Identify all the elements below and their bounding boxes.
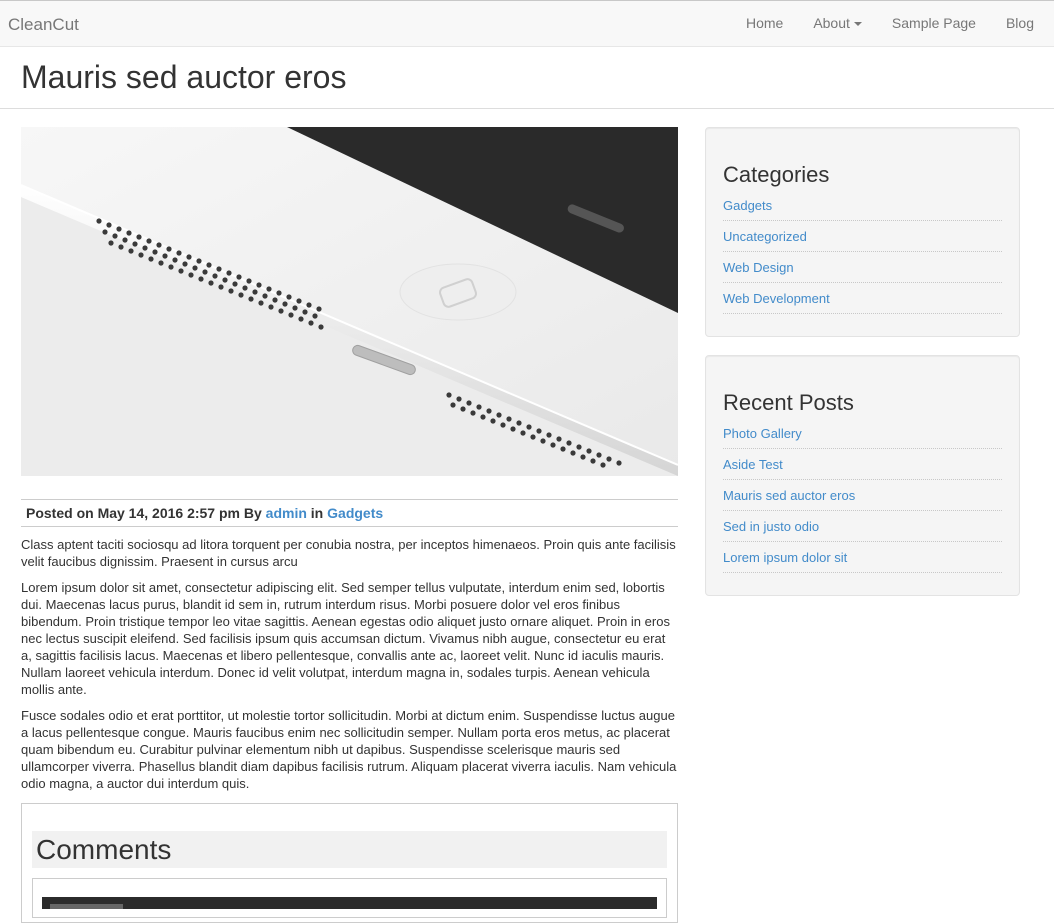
comments-title: Comments xyxy=(32,831,667,868)
list-item: Aside Test xyxy=(723,449,1002,480)
comment-header-bar xyxy=(42,897,657,909)
recent-post-link[interactable]: Sed in justo odio xyxy=(723,519,819,534)
comment-avatar-placeholder xyxy=(50,904,123,909)
category-link-web-design[interactable]: Web Design xyxy=(723,260,794,275)
featured-image xyxy=(21,127,678,476)
list-item: Gadgets xyxy=(723,190,1002,221)
in-label: in xyxy=(310,505,324,521)
list-item: Lorem ipsum dolor sit xyxy=(723,542,1002,573)
recent-post-link[interactable]: Aside Test xyxy=(723,457,783,472)
top-navbar: CleanCut Home About Sample Page Blog xyxy=(0,0,1054,47)
nav-item-home[interactable]: Home xyxy=(731,1,798,47)
recent-post-link[interactable]: Mauris sed auctor eros xyxy=(723,488,855,503)
categories-list: Gadgets Uncategorized Web Design Web Dev… xyxy=(723,190,1002,314)
nav-item-label: Sample Page xyxy=(891,15,976,31)
nav-item-about[interactable]: About xyxy=(798,1,877,47)
list-item: Uncategorized xyxy=(723,221,1002,252)
post-date: May 14, 2016 2:57 pm xyxy=(97,505,240,521)
post-paragraph: Class aptent taciti sociosqu ad litora t… xyxy=(21,537,676,569)
by-label: By xyxy=(243,505,262,521)
main-nav: Home About Sample Page Blog xyxy=(731,1,1054,47)
recent-posts-widget: Recent Posts Photo Gallery Aside Test Ma… xyxy=(705,355,1020,596)
category-link-gadgets[interactable]: Gadgets xyxy=(723,198,772,213)
list-item: Web Design xyxy=(723,252,1002,283)
post-paragraph: Lorem ipsum dolor sit amet, consectetur … xyxy=(21,580,670,697)
nav-item-label: Home xyxy=(745,15,784,31)
post-paragraph: Fusce sodales odio et erat porttitor, ut… xyxy=(21,708,677,791)
recent-post-link[interactable]: Lorem ipsum dolor sit xyxy=(723,550,847,565)
nav-item-label: Blog xyxy=(1005,15,1034,31)
list-item: Photo Gallery xyxy=(723,418,1002,449)
post-article: Posted on May 14, 2016 2:57 pm By admin … xyxy=(21,127,678,923)
recent-posts-list: Photo Gallery Aside Test Mauris sed auct… xyxy=(723,418,1002,573)
nav-item-label: About xyxy=(813,15,850,31)
category-link-web-development[interactable]: Web Development xyxy=(723,291,830,306)
post-meta: Posted on May 14, 2016 2:57 pm By admin … xyxy=(21,499,678,527)
comments-section: Comments xyxy=(21,803,678,923)
list-item: Web Development xyxy=(723,283,1002,314)
author-link[interactable]: admin xyxy=(266,505,307,521)
comment-item xyxy=(32,878,667,918)
list-item: Mauris sed auctor eros xyxy=(723,480,1002,511)
nav-item-blog[interactable]: Blog xyxy=(991,1,1054,47)
categories-widget: Categories Gadgets Uncategorized Web Des… xyxy=(705,127,1020,337)
caret-down-icon xyxy=(853,22,862,27)
posted-prefix: Posted on xyxy=(26,505,94,521)
recent-posts-title: Recent Posts xyxy=(723,390,854,415)
categories-title: Categories xyxy=(723,162,830,187)
nav-item-sample-page[interactable]: Sample Page xyxy=(877,1,991,47)
page-header: Mauris sed auctor eros xyxy=(0,47,1054,109)
page-title: Mauris sed auctor eros xyxy=(21,59,347,95)
brand-link[interactable]: CleanCut xyxy=(8,15,79,35)
category-link[interactable]: Gadgets xyxy=(327,505,383,521)
recent-post-link[interactable]: Photo Gallery xyxy=(723,426,802,441)
category-link-uncategorized[interactable]: Uncategorized xyxy=(723,229,807,244)
list-item: Sed in justo odio xyxy=(723,511,1002,542)
tablet-photo xyxy=(21,127,678,476)
post-content: Class aptent taciti sociosqu ad litora t… xyxy=(21,536,678,792)
